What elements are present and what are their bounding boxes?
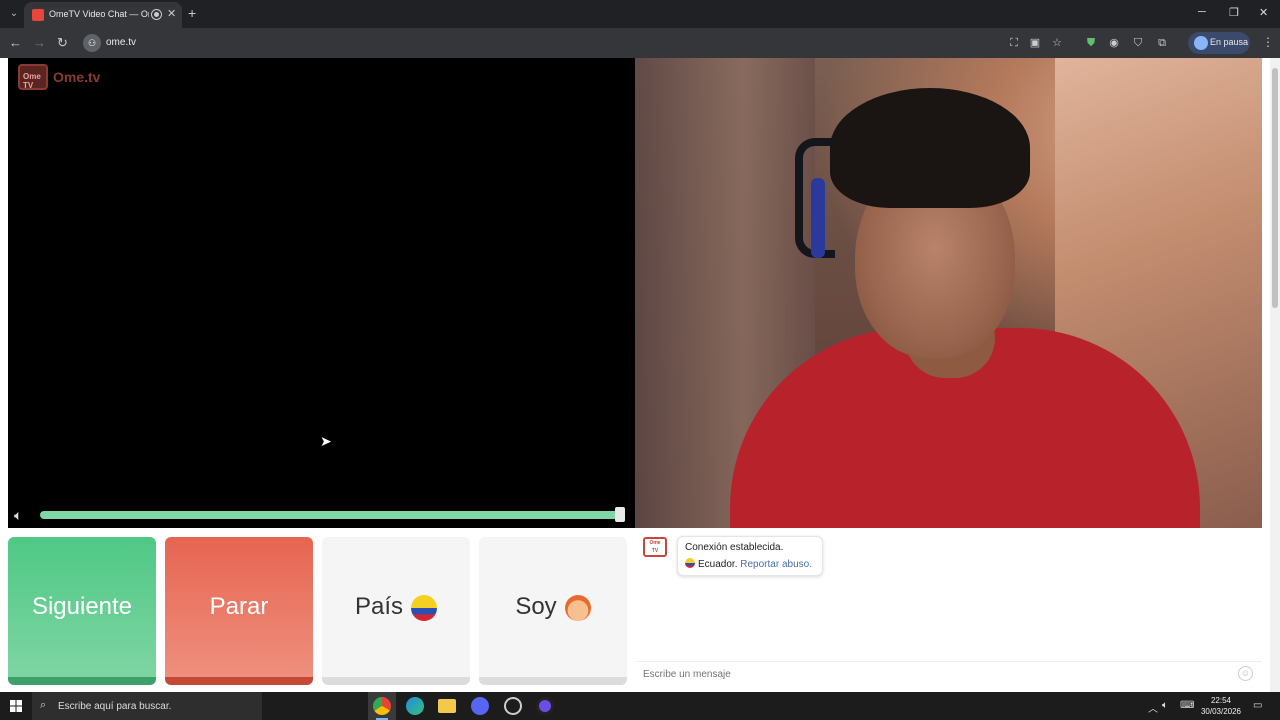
address-bar[interactable]: ⚇ ome.tv	[80, 31, 1000, 55]
taskbar-clock[interactable]: 22:54 30/03/2026	[1198, 695, 1244, 717]
partner-country: Ecuador.	[698, 559, 738, 570]
gender-button-label: Soy	[515, 593, 557, 620]
remote-video: Ome TV Ome.tv ➤ 🔈︎	[8, 58, 635, 528]
ecuador-flag-small-icon	[685, 558, 695, 568]
tab-title: OmeTV Video Chat — Om...	[49, 9, 149, 19]
new-tab-button[interactable]: +	[188, 5, 196, 21]
translate-icon[interactable]: ⛶	[1007, 36, 1021, 50]
emoji-icon[interactable]: ☺	[1238, 666, 1253, 681]
close-window-icon[interactable]: ✕	[1259, 6, 1268, 19]
taskbar-search[interactable]: ⌕ Escribe aquí para buscar.	[32, 692, 262, 720]
local-webcam-video	[635, 58, 1262, 528]
back-icon[interactable]: ←	[9, 35, 22, 50]
gender-button[interactable]: Soy	[479, 537, 627, 685]
url-text: ome.tv	[106, 37, 137, 48]
tv-logo-icon: Ome TV	[18, 64, 48, 90]
ometv-logo[interactable]: Ome TV Ome.tv	[18, 64, 108, 92]
extension-globe-icon[interactable]: ◉	[1107, 36, 1121, 50]
logo-tv-text: Ome TV	[23, 72, 41, 90]
page-scrollbar[interactable]	[1270, 58, 1280, 692]
restore-icon[interactable]: ❐	[1229, 6, 1239, 19]
profile-button[interactable]: En pausa	[1188, 32, 1250, 54]
profile-label: En pausa	[1210, 37, 1249, 47]
stop-button[interactable]: Parar	[165, 537, 313, 685]
recording-icon	[151, 9, 162, 20]
windows-taskbar: ⌕ Escribe aquí para buscar. ︿ 🔈︎ ⌨ 22:54…	[0, 692, 1280, 720]
bookmark-star-icon[interactable]: ☆	[1050, 36, 1064, 50]
clock-time: 22:54	[1210, 696, 1232, 705]
app-circle-icon[interactable]	[536, 697, 554, 715]
volume-slider-thumb[interactable]	[615, 507, 625, 522]
extensions-puzzle-icon[interactable]: ⧉	[1155, 36, 1169, 50]
edge-icon[interactable]	[406, 697, 424, 715]
message-input[interactable]	[635, 661, 1262, 687]
person-hair	[830, 88, 1030, 208]
system-message: Conexión establecida. Ecuador. Reportar …	[677, 536, 823, 576]
notification-icon[interactable]: ▭	[1253, 700, 1262, 711]
avatar	[1194, 36, 1208, 50]
clock-date: 30/03/2026	[1200, 707, 1242, 716]
windows-start-icon[interactable]	[10, 700, 22, 712]
page-content: Ome TV Ome.tv ➤ 🔈︎ Siguiente Parar País …	[0, 58, 1280, 692]
partner-country-line: Ecuador. Reportar abuso.	[685, 558, 812, 570]
search-icon: ⌕	[40, 699, 47, 711]
menu-kebab-icon[interactable]: ⋮	[1262, 35, 1274, 49]
file-explorer-icon[interactable]	[438, 699, 456, 713]
tray-chevron-icon[interactable]: ︿	[1148, 700, 1158, 715]
country-button[interactable]: País	[322, 537, 470, 685]
tab-strip: ⌄ OmeTV Video Chat — Om... ✕ + ─ ❐ ✕	[0, 0, 1280, 28]
volume-slider[interactable]	[40, 511, 622, 519]
headset-earcup	[811, 178, 825, 258]
browser-toolbar: ← → ↻ ⚇ ome.tv ⛶ ▣ ☆ ⛊ ◉ ⛉ ⧉ En pausa ⋮	[0, 28, 1280, 58]
browser-tab[interactable]: OmeTV Video Chat — Om... ✕	[24, 2, 182, 28]
chat-panel: Ome TV Conexión establecida. Ecuador. Rep…	[635, 528, 1262, 692]
ecuador-flag-icon	[411, 594, 438, 621]
search-placeholder: Escribe aquí para buscar.	[58, 701, 172, 712]
report-abuse-link[interactable]: Reportar abuso.	[740, 559, 812, 570]
boy-emoji-icon	[564, 594, 591, 621]
extension-lock-icon[interactable]: ⛉	[1131, 36, 1145, 50]
keyboard-icon[interactable]: ⌨	[1180, 700, 1194, 711]
minimize-icon[interactable]: ─	[1198, 6, 1206, 18]
stop-button-label: Parar	[209, 593, 269, 620]
extension-shield-icon[interactable]: ⛊	[1084, 36, 1098, 50]
speaker-icon[interactable]: 🔈︎	[1162, 700, 1168, 711]
country-button-label: País	[354, 593, 404, 620]
reload-icon[interactable]: ↻	[57, 35, 68, 51]
chat-ometv-icon: Ome TV	[643, 537, 667, 557]
logo-text: Ome.tv	[53, 69, 101, 85]
tab-close-icon[interactable]: ✕	[167, 7, 176, 20]
next-button[interactable]: Siguiente	[8, 537, 156, 685]
site-info-icon[interactable]: ⚇	[83, 34, 101, 52]
app-globe-icon[interactable]	[504, 697, 522, 715]
chrome-icon[interactable]	[373, 697, 391, 715]
mouse-cursor-icon: ➤	[320, 433, 332, 449]
tab-search-icon[interactable]: ⌄	[6, 6, 22, 22]
scrollbar-thumb[interactable]	[1272, 68, 1278, 308]
forward-icon[interactable]: →	[33, 35, 46, 50]
discord-icon[interactable]	[471, 697, 489, 715]
ometv-favicon-icon	[32, 9, 44, 21]
cast-icon[interactable]: ▣	[1028, 36, 1042, 50]
next-button-label: Siguiente	[31, 593, 133, 620]
connection-status: Conexión establecida.	[685, 542, 784, 553]
volume-icon[interactable]: 🔈︎	[14, 507, 22, 524]
